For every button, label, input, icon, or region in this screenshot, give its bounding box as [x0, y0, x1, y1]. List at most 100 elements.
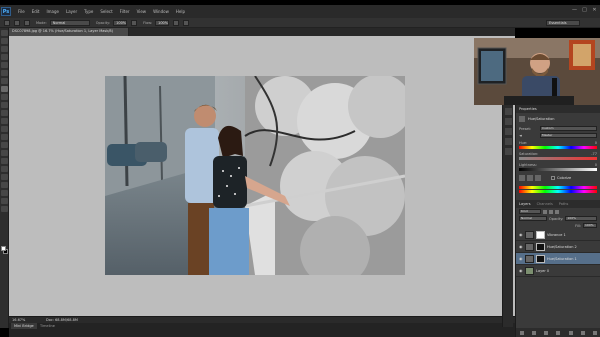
menu-filter[interactable]: Filter — [120, 9, 130, 14]
extra-tool-icon[interactable] — [1, 190, 8, 196]
dodge-tool-icon[interactable] — [1, 134, 8, 140]
minimize-icon[interactable]: — — [572, 8, 577, 13]
workspace-select[interactable]: Essentials — [546, 20, 580, 26]
paragraph-panel-icon[interactable] — [505, 138, 512, 145]
add-mask-icon[interactable] — [544, 330, 549, 335]
lasso-tool-icon[interactable] — [1, 46, 8, 52]
hand-tool-icon[interactable] — [1, 174, 8, 180]
lightness-slider[interactable] — [519, 168, 597, 171]
flow-field[interactable]: 100% — [155, 19, 170, 26]
maximize-icon[interactable]: □ — [582, 8, 587, 13]
close-icon[interactable]: ✕ — [592, 8, 597, 13]
marquee-tool-icon[interactable] — [1, 38, 8, 44]
new-group-icon[interactable] — [568, 330, 573, 335]
visibility-eye-icon[interactable]: ◉ — [519, 268, 523, 273]
zoom-tool-icon[interactable] — [1, 182, 8, 188]
layer-kind-filter[interactable]: Kind — [519, 209, 541, 214]
menu-type[interactable]: Type — [84, 9, 93, 14]
pressure-opacity-icon[interactable] — [131, 19, 138, 26]
channel-select[interactable]: Master — [540, 133, 597, 138]
menu-window[interactable]: Window — [153, 9, 169, 14]
layer-name[interactable]: Layer 0 — [536, 269, 549, 273]
menu-edit[interactable]: Edit — [32, 9, 40, 14]
layer-row[interactable]: ◉ Hue/Saturation 1 — [516, 253, 600, 265]
visibility-eye-icon[interactable]: ◉ — [519, 244, 523, 249]
saturation-value[interactable]: -77 — [591, 152, 597, 156]
brush-tool-icon[interactable] — [1, 86, 8, 92]
history-panel-icon[interactable] — [505, 108, 512, 115]
new-adjustment-icon[interactable] — [556, 330, 561, 335]
canvas-area[interactable] — [9, 36, 515, 316]
filter-adjust-icon[interactable] — [549, 209, 553, 214]
document-tab[interactable]: DSC07898.jpg @ 16.7% (Hue/Saturation 1, … — [9, 28, 129, 36]
layer-name[interactable]: Hue/Saturation 2 — [547, 245, 577, 249]
eraser-tool-icon[interactable] — [1, 110, 8, 116]
new-layer-icon[interactable] — [580, 330, 585, 335]
type-tool-icon[interactable] — [1, 150, 8, 156]
hue-value[interactable]: 0 — [595, 141, 597, 145]
tab-layers[interactable]: Layers — [519, 202, 531, 206]
tab-channels[interactable]: Channels — [537, 202, 553, 206]
saturation-slider[interactable] — [519, 157, 597, 160]
menu-select[interactable]: Select — [100, 9, 112, 14]
brush-tool-preset-icon[interactable] — [4, 19, 10, 26]
blend-mode-select[interactable]: Normal — [519, 216, 547, 221]
menu-view[interactable]: View — [137, 9, 147, 14]
brush-size-picker[interactable] — [14, 19, 20, 26]
link-layers-icon[interactable] — [520, 330, 525, 335]
layer-mask-thumbnail[interactable] — [536, 254, 545, 263]
eyedropper-tool-icon[interactable] — [1, 70, 8, 76]
visibility-eye-icon[interactable]: ◉ — [519, 232, 523, 237]
layer-fill-field[interactable]: 100% — [583, 223, 597, 228]
history-brush-tool-icon[interactable] — [1, 102, 8, 108]
filter-type-icon[interactable] — [555, 209, 559, 214]
swatches-panel-icon[interactable] — [505, 148, 512, 155]
tab-paths[interactable]: Paths — [559, 202, 569, 206]
layer-style-icon[interactable] — [532, 330, 537, 335]
move-tool-icon[interactable] — [1, 30, 8, 36]
crop-tool-icon[interactable] — [1, 62, 8, 68]
layer-mask-thumbnail[interactable] — [536, 242, 545, 251]
actions-panel-icon[interactable] — [505, 118, 512, 125]
pen-tool-icon[interactable] — [1, 142, 8, 148]
layer-mask-thumbnail[interactable] — [536, 230, 545, 239]
eyedropper-icon[interactable] — [519, 175, 525, 181]
mode-select[interactable]: Normal — [49, 19, 90, 26]
path-select-tool-icon[interactable] — [1, 158, 8, 164]
character-panel-icon[interactable] — [505, 128, 512, 135]
zoom-level[interactable]: 16.67% — [12, 318, 32, 322]
layer-name[interactable]: Hue/Saturation 1 — [547, 257, 577, 261]
preset-select[interactable]: Custom — [540, 126, 597, 131]
tab-mini-bridge[interactable]: Mini Bridge — [11, 323, 37, 329]
pressure-size-icon[interactable] — [183, 19, 190, 26]
menu-layer[interactable]: Layer — [66, 9, 77, 14]
colorize-checkbox[interactable] — [551, 176, 555, 180]
eyedropper-plus-icon[interactable] — [527, 175, 533, 181]
foreground-color-swatch[interactable] — [1, 246, 6, 251]
healing-tool-icon[interactable] — [1, 78, 8, 84]
visibility-eye-icon[interactable]: ◉ — [519, 256, 523, 261]
layer-opacity-field[interactable]: 100% — [565, 216, 597, 221]
gradient-tool-icon[interactable] — [1, 118, 8, 124]
menu-image[interactable]: Image — [46, 9, 59, 14]
layer-row[interactable]: ◉ Layer 0 — [516, 265, 600, 277]
blur-tool-icon[interactable] — [1, 126, 8, 132]
trash-icon[interactable] — [592, 330, 597, 335]
quick-mask-icon[interactable] — [1, 198, 8, 204]
menu-file[interactable]: File — [18, 9, 25, 14]
filter-pixel-icon[interactable] — [543, 209, 547, 214]
tab-timeline[interactable]: Timeline — [37, 323, 58, 329]
shape-tool-icon[interactable] — [1, 166, 8, 172]
layer-name[interactable]: Vibrance 1 — [547, 233, 566, 237]
layer-row[interactable]: ◉ Vibrance 1 — [516, 229, 600, 241]
eyedropper-minus-icon[interactable] — [535, 175, 541, 181]
quick-select-tool-icon[interactable] — [1, 54, 8, 60]
layer-row[interactable]: ◉ Hue/Saturation 2 — [516, 241, 600, 253]
opacity-field[interactable]: 100% — [113, 19, 128, 26]
hue-slider[interactable] — [519, 146, 597, 149]
clone-stamp-tool-icon[interactable] — [1, 94, 8, 100]
menu-help[interactable]: Help — [176, 9, 185, 14]
airbrush-icon[interactable] — [173, 19, 180, 26]
brush-panel-toggle-icon[interactable] — [24, 19, 30, 26]
tab-properties[interactable]: Properties — [519, 107, 537, 111]
